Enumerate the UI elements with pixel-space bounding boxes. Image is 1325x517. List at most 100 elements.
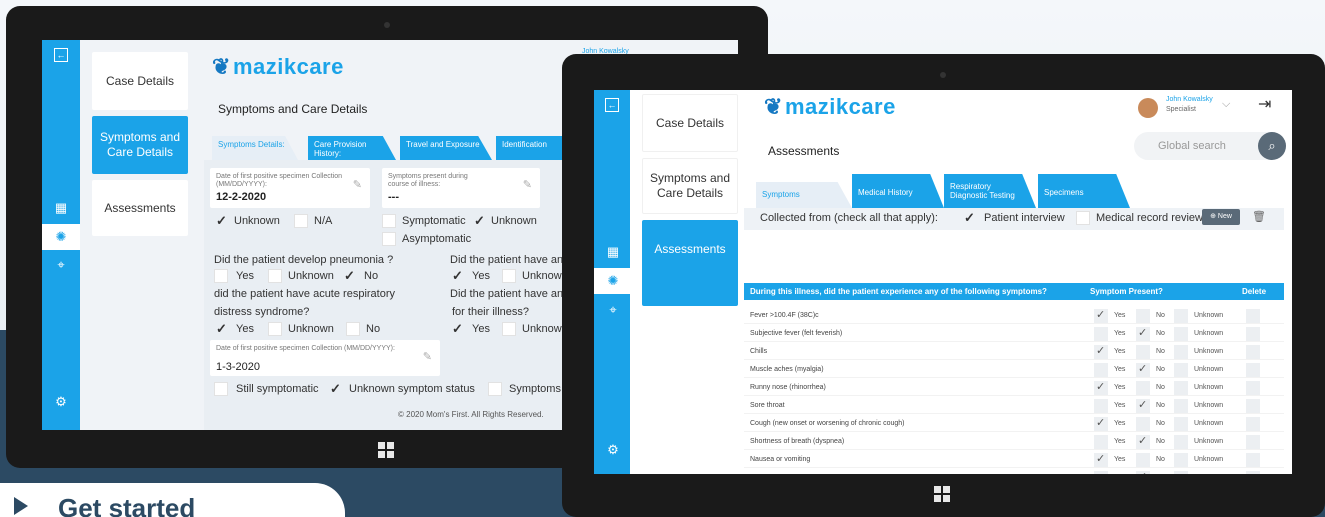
delete-cell[interactable] [1246, 327, 1260, 341]
checkbox-unknown[interactable] [1174, 399, 1188, 413]
checkbox-no[interactable] [346, 322, 360, 336]
nav-label: Assessments [654, 242, 726, 256]
tab-travel-exposure[interactable]: Travel and Exposure [400, 136, 492, 160]
checkbox-unknown[interactable] [1174, 363, 1188, 377]
checkmark-icon[interactable]: ✓ [344, 268, 355, 284]
checkbox-unknown[interactable] [268, 322, 282, 336]
checkbox-no[interactable] [1136, 381, 1150, 395]
checkbox-unknown[interactable] [1174, 435, 1188, 449]
checkmark-icon[interactable]: ✓ [452, 268, 463, 284]
delete-cell[interactable] [1246, 363, 1260, 377]
nav-symptoms[interactable]: Symptoms and Care Details [642, 158, 738, 214]
checkbox-no[interactable] [1136, 309, 1150, 323]
delete-cell[interactable] [1246, 309, 1260, 323]
checkbox-unknown[interactable] [1174, 453, 1188, 467]
calendar-icon[interactable]: ▦ [51, 198, 71, 218]
virus-icon[interactable]: ✺ [51, 227, 71, 247]
checkbox-unknown[interactable] [1174, 381, 1188, 395]
checkbox-unknown[interactable] [1174, 327, 1188, 341]
back-icon[interactable]: ← [54, 48, 68, 62]
checkbox-no[interactable] [1136, 453, 1150, 467]
checkbox-symptoms[interactable] [488, 382, 502, 396]
field-value: 12-2-2020 [216, 191, 267, 203]
play-arrow-icon [14, 497, 28, 515]
back-icon[interactable]: ← [605, 98, 619, 112]
checkmark-icon[interactable]: ✓ [330, 381, 341, 397]
checkmark-icon[interactable]: ✓ [964, 210, 975, 226]
table-row: Headache✓YesNoUnknown [744, 470, 1284, 474]
checkbox-unknown[interactable] [268, 269, 282, 283]
option-label: Yes [472, 270, 490, 282]
option-label: No [1156, 384, 1165, 391]
avatar[interactable] [1138, 98, 1158, 118]
new-button-label: New [1217, 213, 1232, 220]
edit-pencil-icon: ✎ [522, 179, 532, 191]
delete-cell[interactable] [1246, 345, 1260, 359]
checkbox-yes[interactable] [1094, 327, 1108, 341]
checkmark-icon: ✓ [1096, 453, 1106, 465]
checkbox-unknown[interactable] [502, 322, 516, 336]
tab-symptoms-details[interactable]: Symptoms Details: [212, 136, 298, 160]
tab-symptoms[interactable]: Symptoms [756, 182, 852, 208]
delete-cell[interactable] [1246, 435, 1260, 449]
calendar-icon[interactable]: ▦ [603, 242, 623, 262]
checkbox-no[interactable] [1136, 345, 1150, 359]
chevron-down-icon[interactable]: ⌵ [1222, 98, 1230, 111]
checkbox-unknown[interactable] [1174, 417, 1188, 431]
trash-icon[interactable]: 🗑 [1252, 210, 1266, 223]
search-icon[interactable]: ⌕ [1258, 132, 1286, 160]
search-input[interactable]: Global search ⌕ [1134, 132, 1286, 160]
search-placeholder: Global search [1158, 140, 1226, 152]
tab-care-provision[interactable]: Care Provision History: [308, 136, 396, 160]
checkbox-yes[interactable] [1094, 435, 1108, 449]
field-first-positive-date-2[interactable]: Date of first positive specimen Collecti… [210, 340, 440, 376]
checkbox-unknown[interactable] [1174, 471, 1188, 474]
checkbox-unknown[interactable] [502, 269, 516, 283]
checkbox-still-symptomatic[interactable] [214, 382, 228, 396]
location-icon[interactable]: ⌖ [603, 300, 623, 320]
field-symptoms-present[interactable]: Symptoms present during course of illnes… [382, 168, 540, 208]
checkbox-yes[interactable] [1094, 399, 1108, 413]
tab-respiratory[interactable]: Respiratory Diagnostic Testing [944, 174, 1036, 208]
tab-medical-history[interactable]: Medical History [852, 174, 944, 208]
field-first-positive-date[interactable]: Date of first positive specimen Collecti… [210, 168, 370, 208]
nav-symptoms[interactable]: Symptoms and Care Details [92, 116, 188, 174]
checkbox-unknown[interactable] [1174, 345, 1188, 359]
nav-assessments[interactable]: Assessments [642, 220, 738, 306]
nav-label: Case Details [655, 115, 725, 130]
checkbox-na[interactable] [294, 214, 308, 228]
checkbox-asymptomatic[interactable] [382, 232, 396, 246]
checkbox-no[interactable] [1136, 417, 1150, 431]
delete-cell[interactable] [1246, 417, 1260, 431]
logout-icon[interactable]: ⇥ [1258, 94, 1271, 114]
settings-icon[interactable]: ⚙ [51, 392, 71, 412]
checkbox-yes[interactable] [214, 269, 228, 283]
table-row: Chills ✓ Yes No Unknown [744, 344, 1284, 360]
new-button[interactable]: ⊕ New [1202, 209, 1240, 225]
option-label: Patient interview [984, 212, 1065, 224]
get-started-button[interactable]: Get started [0, 483, 345, 517]
nav-assessments[interactable]: Assessments [92, 180, 188, 236]
nav-case-details[interactable]: Case Details [642, 94, 738, 152]
checkmark-icon[interactable]: ✓ [474, 213, 485, 229]
checkbox-yes[interactable] [1094, 471, 1108, 474]
checkbox-symptomatic[interactable] [382, 214, 396, 228]
checkmark-icon[interactable]: ✓ [216, 321, 227, 337]
delete-cell[interactable] [1246, 381, 1260, 395]
option-label: Unknown [1194, 384, 1224, 391]
location-icon[interactable]: ⌖ [51, 255, 71, 275]
checkmark-icon[interactable]: ✓ [452, 321, 463, 337]
delete-cell[interactable] [1246, 471, 1260, 474]
user-name[interactable]: John Kowalsky [1166, 96, 1213, 103]
virus-icon[interactable]: ✺ [603, 271, 623, 291]
delete-cell[interactable] [1246, 399, 1260, 413]
settings-icon[interactable]: ⚙ [603, 440, 623, 460]
checkmark-icon[interactable]: ✓ [216, 213, 227, 229]
tab-specimens[interactable]: Specimens [1038, 174, 1130, 208]
checkbox-medical-record[interactable] [1076, 211, 1090, 225]
delete-cell[interactable] [1246, 453, 1260, 467]
option-label: Unknown [1194, 348, 1224, 355]
checkbox-yes[interactable] [1094, 363, 1108, 377]
nav-case-details[interactable]: Case Details [92, 52, 188, 110]
checkbox-unknown[interactable] [1174, 309, 1188, 323]
